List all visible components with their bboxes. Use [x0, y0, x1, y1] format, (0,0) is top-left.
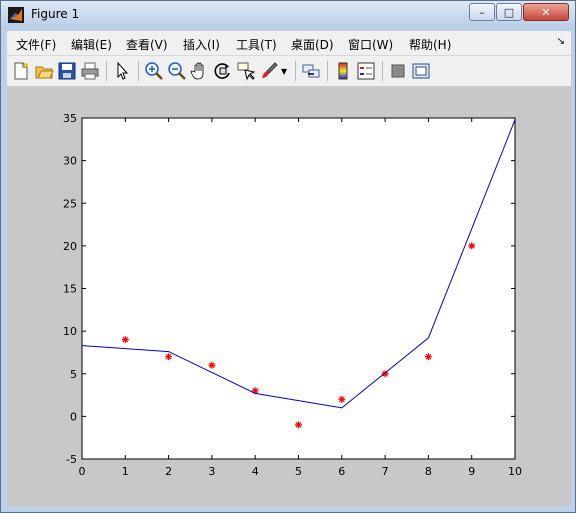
data-cursor-icon[interactable] [236, 61, 256, 81]
x-tick-label: 10 [508, 465, 522, 478]
x-tick-label: 7 [382, 465, 389, 478]
chevron-right-icon[interactable]: ↘ [557, 36, 565, 47]
x-tick-label: 5 [295, 465, 302, 478]
matlab-logo-icon [8, 7, 24, 23]
y-tick-label: 0 [70, 410, 77, 423]
open-file-icon[interactable] [34, 61, 54, 81]
menu-desktop[interactable]: 桌面(D) [291, 36, 334, 53]
toolbar-separator [138, 61, 139, 81]
save-icon[interactable] [57, 61, 77, 81]
hide-plot-tools-icon[interactable] [388, 61, 408, 81]
zoom-in-icon[interactable] [144, 61, 164, 81]
link-plot-icon[interactable] [301, 61, 321, 81]
menu-insert[interactable]: 插入(I) [183, 36, 220, 53]
title-bar[interactable]: Figure 1 – □ ✕ [1, 1, 575, 29]
x-tick-label: 6 [338, 465, 345, 478]
y-tick-label: 20 [63, 240, 77, 253]
show-plot-tools-icon[interactable] [411, 61, 431, 81]
y-tick-label: 5 [70, 368, 77, 381]
y-tick-label: 25 [63, 197, 77, 210]
y-tick-label: -5 [66, 453, 77, 466]
rotate-3d-icon[interactable] [213, 61, 233, 81]
toolbar-separator [327, 61, 328, 81]
menu-help[interactable]: 帮助(H) [409, 36, 451, 53]
zoom-out-icon[interactable] [167, 61, 187, 81]
brush-icon[interactable] [259, 61, 279, 81]
menu-bar: 文件(F) 编辑(E) 查看(V) 插入(I) 工具(T) 桌面(D) 窗口(W… [7, 31, 571, 56]
toolbar-separator [106, 61, 107, 81]
minimize-button[interactable]: – [469, 3, 495, 21]
figure-toolbar: ▼ [7, 56, 571, 87]
menu-file[interactable]: 文件(F) [16, 36, 56, 53]
toolbar-separator [295, 61, 296, 81]
minimize-icon: – [479, 5, 485, 19]
toolbar-separator [382, 61, 383, 81]
window-title: Figure 1 [31, 7, 80, 21]
y-tick-label: 15 [63, 283, 77, 296]
x-tick-label: 4 [252, 465, 259, 478]
x-tick-label: 0 [79, 465, 86, 478]
pan-hand-icon[interactable] [190, 61, 210, 81]
y-tick-label: 30 [63, 155, 77, 168]
figure-window: Figure 1 – □ ✕ 文件(F) 编辑(E) 查看(V) 插入(I) 工… [0, 0, 576, 513]
axes-box [81, 117, 516, 460]
y-tick-label: 10 [63, 325, 77, 338]
x-tick-label: 8 [425, 465, 432, 478]
close-button[interactable]: ✕ [523, 3, 569, 21]
colorbar-icon[interactable] [333, 61, 353, 81]
menu-window[interactable]: 窗口(W) [348, 36, 393, 53]
x-tick-label: 9 [468, 465, 475, 478]
new-figure-icon[interactable] [11, 61, 31, 81]
x-tick-label: 1 [122, 465, 129, 478]
menu-view[interactable]: 查看(V) [126, 36, 168, 53]
menu-tools[interactable]: 工具(T) [236, 36, 277, 53]
y-tick-label: 35 [63, 112, 77, 125]
print-icon[interactable] [80, 61, 100, 81]
legend-icon[interactable] [356, 61, 376, 81]
maximize-button[interactable]: □ [496, 3, 522, 21]
pointer-icon[interactable] [112, 61, 132, 81]
menu-edit[interactable]: 编辑(E) [71, 36, 112, 53]
x-tick-label: 3 [208, 465, 215, 478]
x-tick-label: 2 [165, 465, 172, 478]
brush-dropdown-icon[interactable]: ▼ [281, 67, 287, 76]
close-icon: ✕ [541, 5, 551, 19]
figure-canvas: 0 1 2 3 4 5 6 7 8 9 10 -5 0 5 10 15 20 25 30 35 [7, 87, 571, 506]
plot-svg[interactable]: 0 1 2 3 4 5 6 7 8 9 10-505101520253035 [7, 87, 571, 506]
maximize-icon: □ [503, 5, 515, 19]
